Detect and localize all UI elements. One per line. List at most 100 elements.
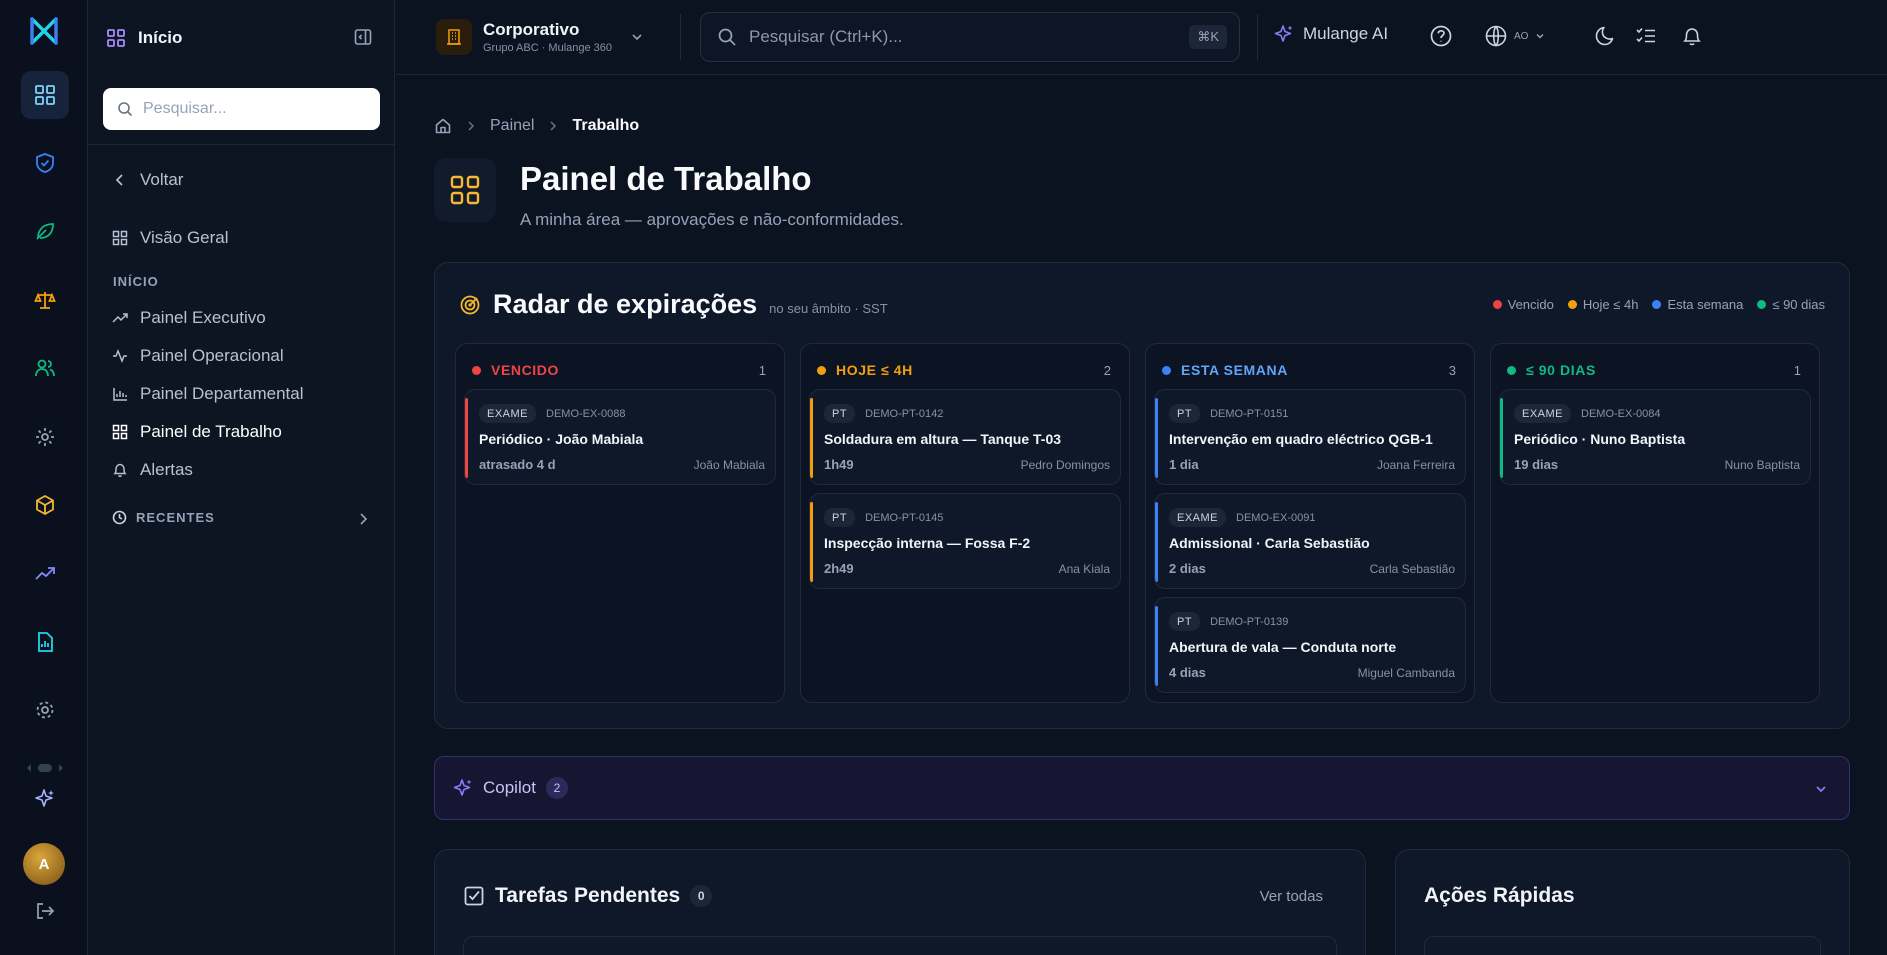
sidebar-item-label: Painel de Trabalho: [140, 422, 282, 441]
sidebar-item-overview[interactable]: Visão Geral: [112, 228, 229, 248]
legend-label: Hoje ≤ 4h: [1582, 297, 1639, 312]
rail-grid-icon[interactable]: [21, 71, 69, 119]
radar-card[interactable]: PT DEMO-PT-0145 Inspecção interna — Fossa…: [809, 493, 1121, 589]
user-avatar[interactable]: A: [23, 843, 65, 885]
column-header: ≤ 90 DIAS: [1507, 362, 1596, 378]
sidebar-item-executive[interactable]: Painel Executivo: [112, 308, 266, 328]
card-title: Intervenção em quadro eléctrico QGB-1: [1169, 431, 1433, 447]
card-person: Pedro Domingos: [1020, 458, 1110, 472]
rail-settings-icon[interactable]: [21, 413, 69, 461]
global-search[interactable]: Pesquisar (Ctrl+K)... ⌘K: [700, 12, 1240, 62]
column-count: 1: [758, 363, 766, 378]
page-subtitle: A minha área — aprovações e não-conformi…: [520, 210, 904, 229]
sidebar-collapse-icon[interactable]: [353, 27, 373, 47]
mulange-ai-button[interactable]: Mulange AI: [1274, 24, 1388, 44]
chevron-right-icon: [356, 512, 370, 526]
rail-trend-up-icon[interactable]: [21, 550, 69, 598]
sidebar-item-label: Painel Executivo: [140, 308, 266, 327]
rail-cube-icon[interactable]: [21, 481, 69, 529]
column-count: 1: [1793, 363, 1801, 378]
sidebar-search-input[interactable]: [143, 100, 363, 118]
card-type-badge: EXAME: [479, 404, 537, 423]
copilot-panel-toggle[interactable]: Copilot 2: [434, 756, 1850, 820]
card-due: atrasado 4 d: [479, 457, 556, 472]
checklist-icon[interactable]: [1634, 24, 1658, 48]
sidebar-grid-icon: [106, 28, 126, 48]
card-due: 4 dias: [1169, 665, 1206, 680]
card-due: 1h49: [824, 457, 854, 472]
sidebar-item-work-panel[interactable]: Painel de Trabalho: [112, 422, 282, 442]
card-person: Miguel Cambanda: [1357, 666, 1455, 680]
activity-icon: [112, 348, 128, 364]
sidebar-back-button[interactable]: Voltar: [112, 170, 183, 190]
card-code: DEMO-EX-0084: [1581, 407, 1661, 420]
checkbox-icon: [463, 885, 485, 907]
topbar: Corporativo Grupo ABC · Mulange 360 Pesq…: [396, 0, 1887, 75]
column-label: ≤ 90 DIAS: [1526, 362, 1596, 378]
radar-card[interactable]: PT DEMO-PT-0151 Intervenção em quadro elé…: [1154, 389, 1466, 485]
radar-column-week: ESTA SEMANA 3 PT DEMO-PT-0151 Intervenção…: [1145, 343, 1475, 703]
rail-leaf-icon[interactable]: [21, 207, 69, 255]
org-switcher[interactable]: Corporativo Grupo ABC · Mulange 360: [436, 19, 644, 55]
card-type-badge: PT: [1169, 612, 1201, 631]
bar-chart-icon: [112, 386, 128, 402]
sidebar-item-operational[interactable]: Painel Operacional: [112, 346, 284, 366]
card-due: 1 dia: [1169, 457, 1199, 472]
radar-column-today: HOJE ≤ 4H 2 PT DEMO-PT-0142 Soldadura em …: [800, 343, 1130, 703]
sidebar: Início Voltar Visão Geral INÍCIO Painel …: [88, 0, 395, 955]
sidebar-item-departmental[interactable]: Painel Departamental: [112, 384, 303, 404]
view-all-link[interactable]: Ver todas: [1260, 888, 1323, 905]
sparkle-icon: [1274, 24, 1294, 44]
card-title: Periódico · Nuno Baptista: [1514, 431, 1686, 447]
sidebar-recent-toggle[interactable]: RECENTES: [112, 510, 370, 525]
rail-report-icon[interactable]: [21, 618, 69, 666]
back-label: Voltar: [140, 170, 184, 189]
home-icon[interactable]: [434, 117, 452, 135]
rail-gear-icon[interactable]: [21, 686, 69, 734]
card-due: 2h49: [824, 561, 854, 576]
notifications-bell-icon[interactable]: [1680, 24, 1704, 48]
globe-icon: [1484, 24, 1508, 48]
rail-users-icon[interactable]: [21, 344, 69, 392]
breadcrumb-item[interactable]: Painel: [490, 117, 534, 135]
sidebar-item-label: Painel Departamental: [140, 384, 304, 403]
column-header: ESTA SEMANA: [1162, 362, 1288, 378]
language-code: AO: [1514, 30, 1529, 42]
card-code: DEMO-PT-0145: [865, 511, 944, 524]
radar-card[interactable]: EXAME DEMO-EX-0088 Periódico · João Mabia…: [464, 389, 776, 485]
radar-card[interactable]: EXAME DEMO-EX-0084 Periódico · Nuno Bapti…: [1499, 389, 1811, 485]
overview-label: Visão Geral: [140, 228, 229, 247]
card-type-badge: PT: [1169, 404, 1201, 423]
moon-icon[interactable]: [1593, 24, 1617, 48]
help-icon[interactable]: [1429, 24, 1453, 48]
card-person: Carla Sebastião: [1369, 562, 1455, 576]
radar-card[interactable]: PT DEMO-PT-0142 Soldadura em altura — Tan…: [809, 389, 1121, 485]
ai-label: Mulange AI: [1303, 24, 1389, 43]
rail-scale-icon[interactable]: [21, 276, 69, 324]
recent-label: RECENTES: [136, 510, 215, 525]
sidebar-search[interactable]: [103, 88, 380, 130]
column-header: HOJE ≤ 4H: [817, 362, 913, 378]
rail-shield-check-icon[interactable]: [21, 139, 69, 187]
search-icon: [117, 101, 133, 117]
pending-tasks-panel: Tarefas Pendentes 0 Ver todas: [434, 849, 1366, 955]
language-switcher[interactable]: AO: [1484, 24, 1546, 48]
rail-logout-icon[interactable]: [21, 887, 69, 935]
pending-tasks-header: Tarefas Pendentes 0: [463, 884, 713, 908]
card-type-badge: EXAME: [1514, 404, 1572, 423]
column-label: VENCIDO: [491, 362, 559, 378]
grid-icon: [112, 424, 128, 440]
rail-scroll-dots[interactable]: [26, 762, 64, 774]
app-logo-icon[interactable]: [29, 16, 59, 46]
card-code: DEMO-PT-0139: [1210, 615, 1289, 628]
radar-card[interactable]: PT DEMO-PT-0139 Abertura de vala — Condut…: [1154, 597, 1466, 693]
card-person: Nuno Baptista: [1724, 458, 1800, 472]
breadcrumb-current: Trabalho: [572, 117, 640, 134]
radar-card[interactable]: EXAME DEMO-EX-0091 Admissional · Carla Se…: [1154, 493, 1466, 589]
card-type-badge: PT: [824, 404, 856, 423]
rail-sparkle-icon[interactable]: [21, 775, 69, 823]
expiration-radar: Radar de expirações no seu âmbito · SST …: [434, 262, 1850, 729]
sidebar-item-alerts[interactable]: Alertas: [112, 460, 193, 480]
global-search-placeholder: Pesquisar (Ctrl+K)...: [749, 27, 903, 46]
radar-title: Radar de expirações: [493, 289, 758, 319]
